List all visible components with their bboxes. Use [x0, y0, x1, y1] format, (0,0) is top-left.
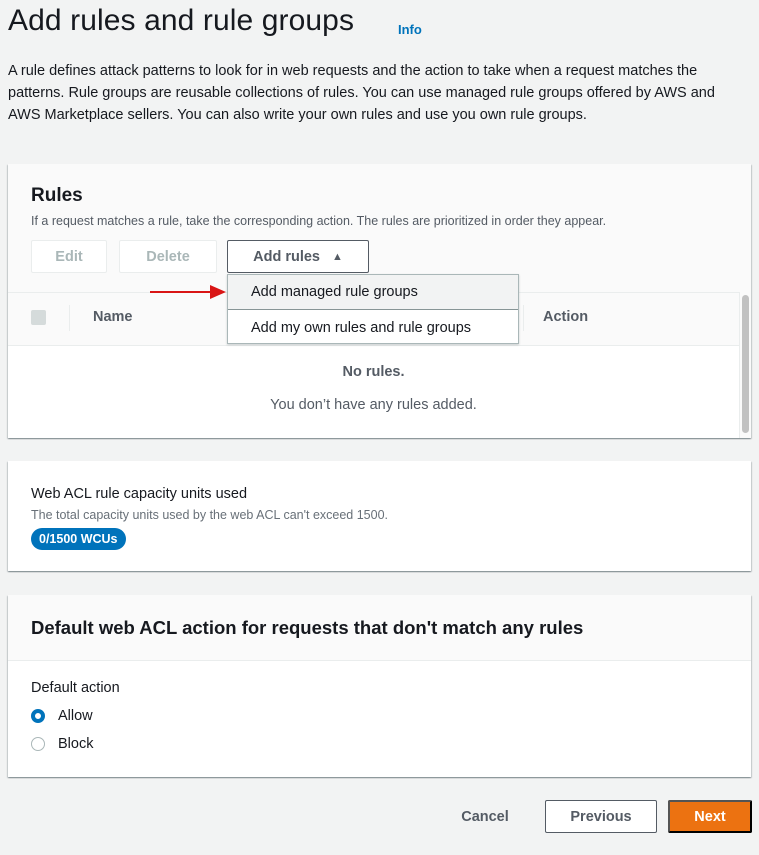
add-rules-button[interactable]: Add rules ▲	[227, 240, 369, 273]
add-rules-label: Add rules	[253, 248, 320, 265]
radio-block[interactable]: Block	[31, 734, 93, 754]
radio-block-control[interactable]	[31, 737, 45, 751]
empty-state-description: You don’t have any rules added.	[270, 397, 477, 413]
empty-state-title: No rules.	[342, 364, 405, 380]
column-header-action[interactable]: Action	[543, 309, 588, 325]
column-divider	[69, 305, 70, 331]
capacity-panel: Web ACL rule capacity units used The tot…	[8, 461, 751, 571]
default-action-title: Default web ACL action for requests that…	[31, 617, 584, 638]
rules-panel-header: Rules If a request matches a rule, take …	[8, 164, 751, 292]
capacity-badge: 0/1500 WCUs	[31, 528, 126, 550]
page: Add rules and rule groups Info A rule de…	[0, 0, 759, 855]
menu-item-add-own-rules[interactable]: Add my own rules and rule groups	[228, 310, 518, 345]
page-title: Add rules and rule groups	[8, 4, 355, 37]
page-description: A rule defines attack patterns to look f…	[8, 63, 715, 123]
arrow-line	[150, 291, 212, 293]
menu-item-add-managed-rule-groups[interactable]: Add managed rule groups	[228, 275, 518, 310]
default-action-header: Default web ACL action for requests that…	[8, 595, 751, 661]
delete-button[interactable]: Delete	[119, 240, 217, 273]
annotation-arrow-icon	[150, 285, 230, 299]
capacity-description: The total capacity units used by the web…	[31, 508, 389, 522]
edit-button[interactable]: Edit	[31, 240, 107, 273]
default-action-label: Default action	[31, 680, 120, 696]
radio-allow[interactable]: Allow	[31, 706, 93, 726]
rules-title: Rules	[31, 185, 83, 206]
column-header-name[interactable]: Name	[93, 309, 133, 325]
next-button[interactable]: Next	[668, 800, 752, 833]
scrollbar-thumb[interactable]	[742, 295, 749, 433]
capacity-title: Web ACL rule capacity units used	[31, 486, 248, 502]
radio-block-label: Block	[58, 736, 94, 752]
add-rules-dropdown-menu: Add managed rule groups Add my own rules…	[227, 274, 519, 344]
rules-description: If a request matches a rule, take the co…	[31, 214, 607, 228]
radio-allow-label: Allow	[58, 708, 93, 724]
default-action-panel: Default web ACL action for requests that…	[8, 595, 751, 777]
column-divider	[523, 305, 524, 331]
radio-allow-control[interactable]	[31, 709, 45, 723]
table-scrollbar[interactable]	[739, 292, 751, 438]
select-all-checkbox[interactable]	[31, 310, 46, 325]
cancel-button[interactable]: Cancel	[440, 800, 530, 833]
info-link[interactable]: Info	[398, 22, 422, 37]
caret-up-icon: ▲	[331, 250, 343, 263]
arrow-head	[210, 285, 226, 299]
previous-button[interactable]: Previous	[545, 800, 657, 833]
